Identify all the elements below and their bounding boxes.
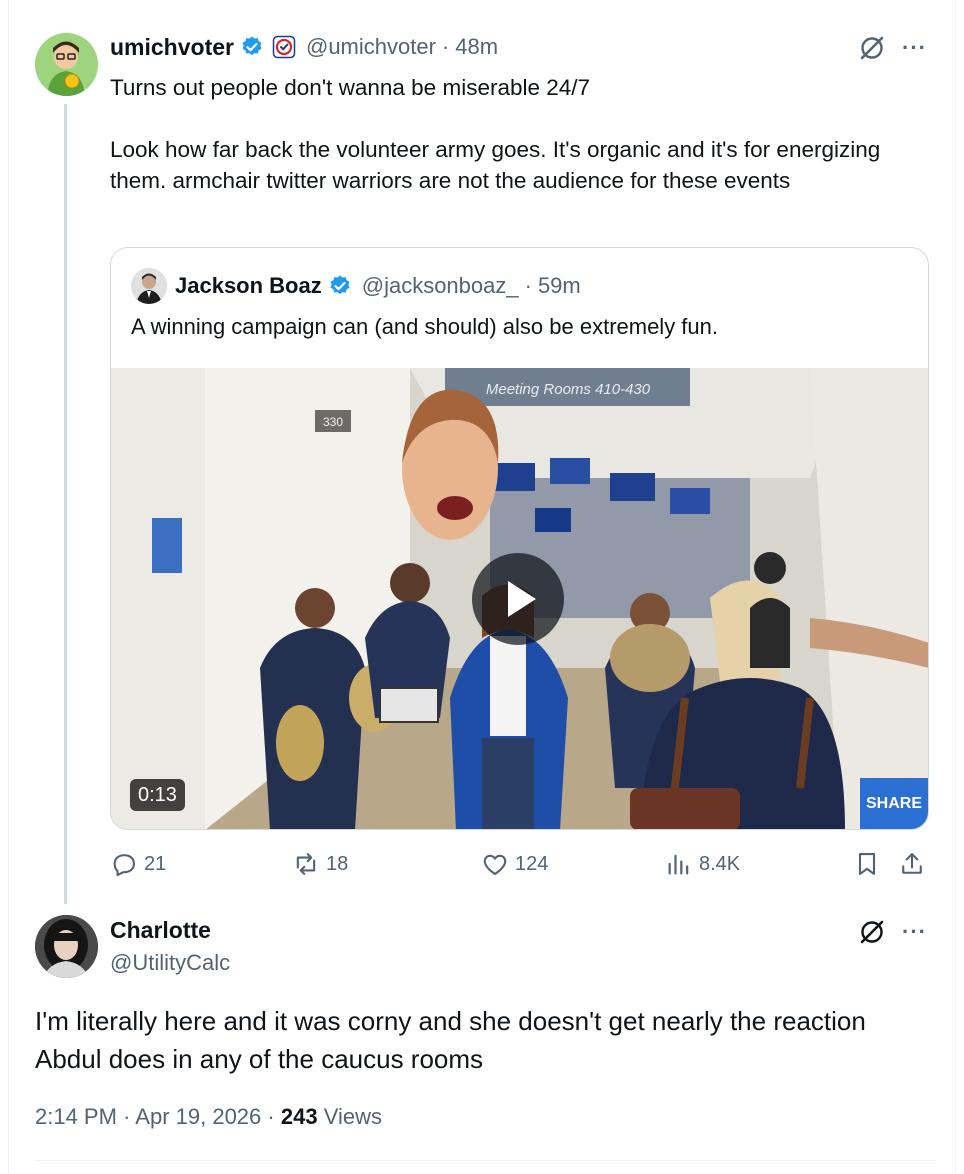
separator-dot: · — [441, 34, 450, 59]
bookmark-button[interactable] — [853, 848, 887, 880]
separator-dot: · — [267, 1104, 275, 1129]
room-number-sign: 330 — [323, 415, 343, 429]
user-handle[interactable]: @umichvoter — [306, 34, 436, 60]
post-text: Turns out people don't wanna be miserabl… — [110, 75, 881, 193]
user-avatar[interactable] — [35, 33, 98, 96]
quoted-time: 59m — [537, 273, 581, 298]
play-icon — [508, 581, 536, 617]
affiliate-badge-icon[interactable] — [272, 35, 296, 59]
views-icon — [668, 854, 689, 875]
verified-badge-icon — [242, 36, 262, 56]
like-icon — [483, 854, 507, 875]
views-button[interactable]: 8.4K — [665, 848, 740, 880]
separator-dot: · — [524, 273, 532, 298]
thread-line — [64, 104, 67, 904]
verified-badge-icon — [330, 275, 350, 295]
reply-text: I'm literally here and it was corny and … — [35, 1006, 866, 1074]
post-header: umichvoter @umichvoter · 48m — [110, 32, 498, 62]
reply-icon — [113, 854, 135, 877]
post-metadata: 2:14 PM · Apr 19, 2026 · 243 Views — [35, 1104, 382, 1130]
like-button[interactable]: 124 — [481, 848, 548, 880]
separator-dot: · — [123, 1104, 131, 1129]
post-time[interactable]: 48m — [455, 34, 498, 60]
repost-button[interactable]: 18 — [292, 848, 348, 880]
more-icon[interactable]: ··· — [902, 37, 927, 59]
divider — [35, 1160, 935, 1161]
repost-icon — [296, 853, 316, 875]
reply-user-avatar[interactable] — [35, 915, 98, 978]
post-time[interactable]: 2:14 PM — [35, 1104, 117, 1129]
grok-icon[interactable] — [857, 917, 887, 947]
timeline-right-border — [955, 0, 956, 1174]
post-date[interactable]: Apr 19, 2026 — [135, 1104, 261, 1129]
view-count: 243 — [280, 1104, 318, 1129]
reply-count: 21 — [144, 852, 167, 875]
display-name[interactable]: umichvoter — [110, 34, 234, 61]
timeline-left-border — [8, 0, 9, 1174]
share-board-text: SHARE — [866, 795, 922, 812]
more-icon[interactable]: ··· — [902, 921, 927, 943]
bookmark-icon — [858, 853, 876, 875]
play-button[interactable] — [472, 553, 564, 645]
reply-display-name[interactable]: Charlotte — [110, 917, 211, 944]
like-count: 124 — [515, 852, 549, 875]
quoted-post-header: Jackson Boaz @jacksonboaz_ · 59m — [175, 270, 581, 302]
reply-handle[interactable]: @UtilityCalc — [110, 950, 230, 976]
views-label: Views — [323, 1104, 382, 1129]
quoted-handle[interactable]: @jacksonboaz_ — [362, 273, 519, 299]
video-player[interactable]: 330 SHARE Meeting Rooms 410-430 0:13 — [111, 368, 928, 829]
quoted-post-text: A winning campaign can (and should) also… — [131, 314, 719, 339]
video-duration: 0:13 — [130, 779, 185, 811]
quoted-user-avatar[interactable] — [131, 268, 167, 304]
quoted-post-card[interactable]: Jackson Boaz @jacksonboaz_ · 59m A winni… — [110, 247, 929, 830]
views-count: 8.4K — [699, 852, 741, 875]
share-icon — [902, 853, 922, 874]
share-button[interactable] — [898, 848, 932, 880]
grok-icon[interactable] — [857, 33, 887, 63]
quoted-display-name[interactable]: Jackson Boaz — [175, 273, 322, 299]
repost-count: 18 — [326, 852, 349, 875]
reply-button[interactable]: 21 — [110, 848, 166, 880]
meeting-rooms-sign: Meeting Rooms 410-430 — [486, 381, 651, 398]
